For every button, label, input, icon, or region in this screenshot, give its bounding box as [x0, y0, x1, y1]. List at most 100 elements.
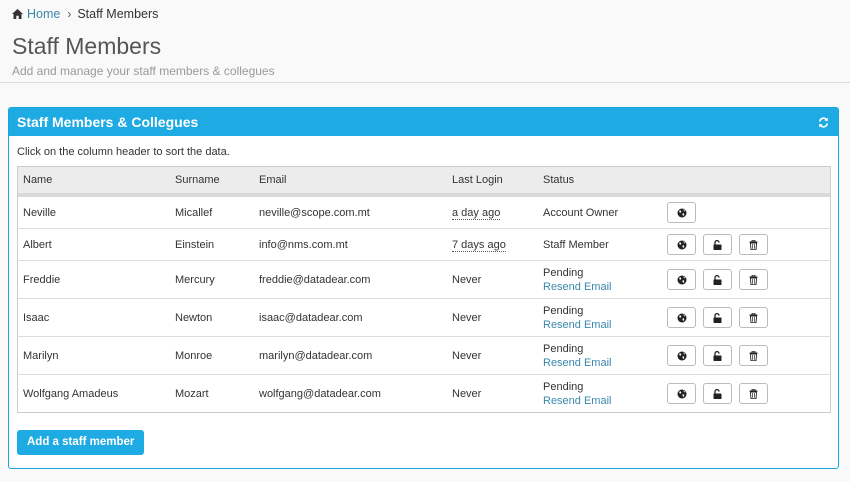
cell-email: neville@scope.com.mt — [259, 206, 370, 219]
globe-button[interactable] — [667, 345, 696, 366]
status-text: Pending — [543, 304, 584, 317]
panel-title: Staff Members & Collegues — [17, 114, 199, 130]
refresh-icon[interactable] — [818, 116, 829, 128]
cell-status: Pending Resend Email — [538, 298, 662, 337]
cell-email: wolfgang@datadear.com — [254, 374, 447, 412]
table-row: Isaac Newton isaac@datadear.com Never Pe… — [18, 298, 830, 337]
panel-heading: Staff Members & Collegues — [9, 108, 838, 136]
unlock-button[interactable] — [703, 269, 732, 290]
cell-actions — [662, 195, 830, 229]
home-icon — [12, 9, 23, 19]
cell-name: Freddie — [18, 260, 170, 299]
cell-last-login: Never — [447, 374, 538, 412]
breadcrumb-separator: › — [67, 7, 72, 21]
column-header-status[interactable]: Status — [538, 167, 662, 197]
globe-button[interactable] — [667, 269, 696, 290]
column-header-actions — [662, 167, 830, 197]
globe-button[interactable] — [667, 383, 696, 404]
delete-button[interactable] — [739, 234, 768, 255]
status-text: Pending — [543, 342, 584, 355]
cell-email: marilyn@datadear.com — [254, 336, 447, 375]
cell-surname: Mercury — [170, 260, 254, 299]
staff-panel: Staff Members & Collegues Click on the c… — [8, 107, 839, 469]
unlock-icon — [713, 350, 722, 361]
cell-status: Pending Resend Email — [538, 336, 662, 375]
cell-last-login: 7 days ago — [447, 228, 538, 261]
table-row: Freddie Mercury freddie@datadear.com Nev… — [18, 260, 830, 299]
globe-button[interactable] — [667, 202, 696, 223]
cell-last-login: a day ago — [447, 195, 538, 229]
unlock-button[interactable] — [703, 345, 732, 366]
globe-button[interactable] — [667, 307, 696, 328]
globe-icon — [677, 389, 686, 398]
cell-name: Wolfgang Amadeus — [18, 374, 170, 412]
resend-email-link[interactable]: Resend Email — [543, 318, 662, 332]
cell-last-login: Never — [447, 260, 538, 299]
cell-name: Marilyn — [18, 336, 170, 375]
cell-status: Pending Resend Email — [538, 260, 662, 299]
cell-actions — [662, 374, 830, 412]
cell-email: isaac@datadear.com — [254, 298, 447, 337]
globe-icon — [677, 275, 686, 284]
cell-actions — [662, 336, 830, 375]
cell-surname: Einstein — [170, 228, 254, 261]
breadcrumb-home-link[interactable]: Home — [12, 7, 60, 21]
column-header-email[interactable]: Email — [254, 167, 447, 197]
staff-table-wrapper: Name Surname Email Last Login Status Nev… — [17, 166, 831, 413]
last-login-relative: 7 days ago — [452, 238, 506, 252]
cell-surname: Mozart — [170, 374, 254, 412]
status-text: Pending — [543, 266, 584, 279]
table-header-row: Name Surname Email Last Login Status — [18, 167, 830, 197]
resend-email-link[interactable]: Resend Email — [543, 356, 662, 370]
globe-icon — [677, 313, 686, 322]
cell-email: freddie@datadear.com — [254, 260, 447, 299]
unlock-button[interactable] — [703, 307, 732, 328]
table-row: Albert Einstein info@nms.com.mt 7 days a… — [18, 228, 830, 261]
breadcrumb-home-label[interactable]: Home — [27, 7, 60, 21]
header-divider — [0, 82, 850, 83]
unlock-icon — [713, 274, 722, 285]
breadcrumb-current: Staff Members — [77, 7, 159, 21]
cell-actions — [662, 298, 830, 337]
table-row: Neville Micallef neville@scope.com.mt a … — [18, 195, 830, 229]
trash-icon — [749, 274, 758, 285]
panel-body: Click on the column header to sort the d… — [9, 136, 838, 455]
unlock-button[interactable] — [703, 234, 732, 255]
cell-surname: Micallef — [175, 206, 213, 219]
cell-status: Account Owner — [543, 206, 619, 219]
unlock-button[interactable] — [703, 383, 732, 404]
page-title: Staff Members — [12, 33, 162, 59]
cell-name: Albert — [18, 228, 170, 261]
globe-button[interactable] — [667, 234, 696, 255]
cell-email: info@nms.com.mt — [254, 228, 447, 261]
last-login-relative: a day ago — [452, 206, 501, 220]
trash-icon — [749, 239, 758, 250]
delete-button[interactable] — [739, 307, 768, 328]
delete-button[interactable] — [739, 345, 768, 366]
cell-actions — [662, 260, 830, 299]
cell-status: Staff Member — [538, 228, 662, 261]
trash-icon — [749, 388, 758, 399]
unlock-icon — [713, 388, 722, 399]
unlock-icon — [713, 312, 722, 323]
resend-email-link[interactable]: Resend Email — [543, 394, 662, 408]
cell-surname: Newton — [170, 298, 254, 337]
delete-button[interactable] — [739, 269, 768, 290]
trash-icon — [749, 312, 758, 323]
cell-name: Isaac — [18, 298, 170, 337]
delete-button[interactable] — [739, 383, 768, 404]
add-staff-member-button[interactable]: Add a staff member — [17, 430, 145, 455]
table-row: Wolfgang Amadeus Mozart wolfgang@datadea… — [18, 374, 830, 412]
column-header-name[interactable]: Name — [18, 167, 170, 197]
unlock-icon — [713, 239, 722, 250]
breadcrumb: Home › Staff Members — [12, 7, 158, 21]
status-text: Pending — [543, 380, 584, 393]
globe-icon — [677, 351, 686, 360]
cell-surname: Monroe — [170, 336, 254, 375]
resend-email-link[interactable]: Resend Email — [543, 280, 662, 294]
cell-last-login: Never — [447, 298, 538, 337]
table-row: Marilyn Monroe marilyn@datadear.com Neve… — [18, 336, 830, 375]
column-header-surname[interactable]: Surname — [170, 167, 254, 197]
cell-name: Neville — [23, 206, 57, 219]
column-header-last-login[interactable]: Last Login — [447, 167, 538, 197]
